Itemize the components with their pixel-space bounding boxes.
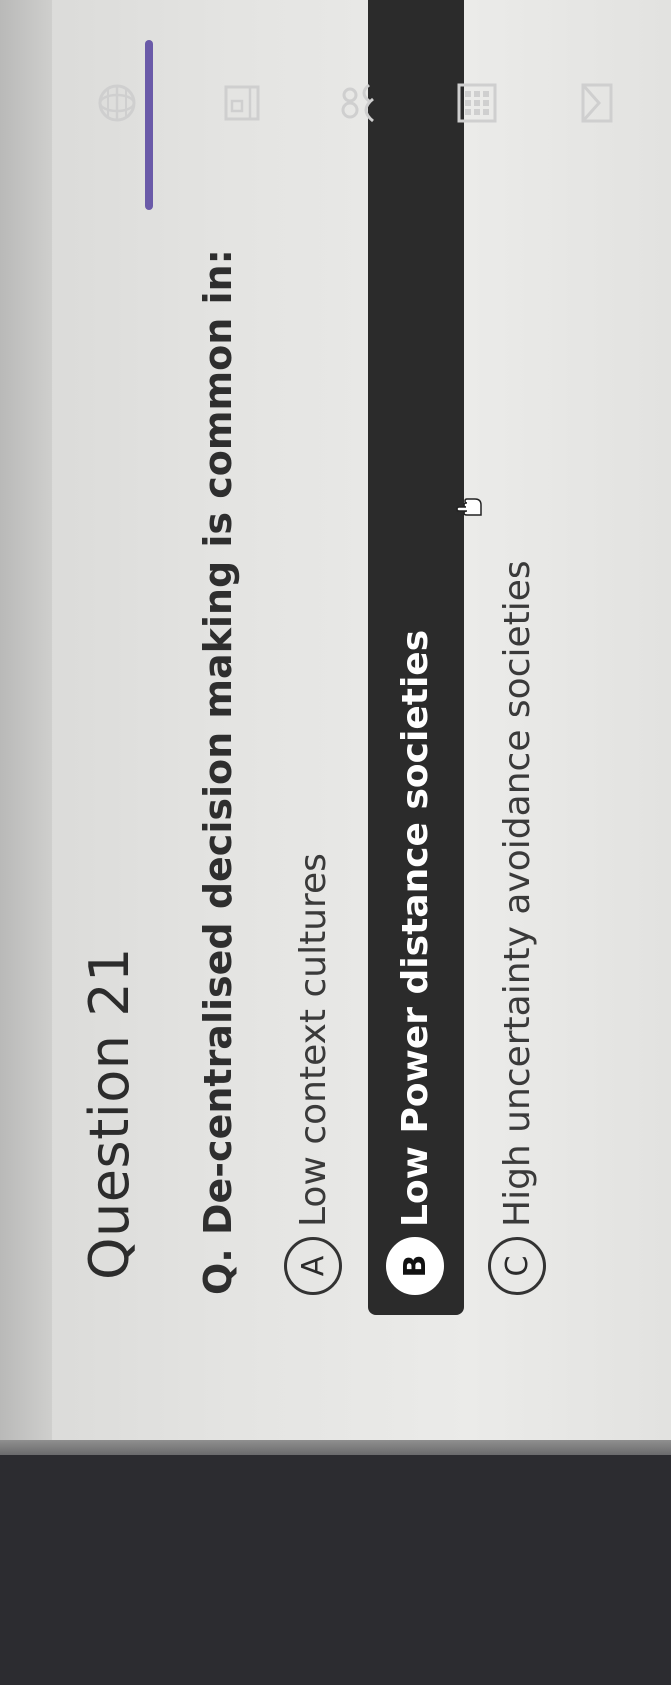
- hand-cursor-icon: [456, 498, 482, 516]
- option-a[interactable]: A Low context cultures: [284, 853, 342, 1295]
- screen: Question 21 Q. De-centralised decision m…: [0, 0, 671, 1685]
- book-icon[interactable]: [220, 81, 264, 125]
- option-c[interactable]: C High uncertainty avoidance societies: [488, 560, 546, 1295]
- question-text: Q. De-centralised decision making is com…: [196, 249, 240, 1295]
- option-b-label: Low Power distance societies: [394, 629, 436, 1227]
- option-a-letter: A: [284, 1237, 342, 1295]
- globe-icon[interactable]: [95, 81, 139, 125]
- grid-icon[interactable]: [455, 81, 499, 125]
- mail-icon[interactable]: [575, 81, 619, 125]
- option-c-label: High uncertainty avoidance societies: [496, 560, 538, 1227]
- option-b-letter: B: [386, 1237, 444, 1295]
- option-a-label: Low context cultures: [292, 853, 334, 1227]
- question-content: Question 21 Q. De-centralised decision m…: [0, 0, 671, 1685]
- nav-active-indicator: [145, 40, 153, 210]
- question-title: Question 21: [78, 947, 141, 1280]
- option-c-letter: C: [488, 1237, 546, 1295]
- option-b[interactable]: B Low Power distance societies: [386, 630, 444, 1295]
- people-icon[interactable]: [335, 81, 379, 125]
